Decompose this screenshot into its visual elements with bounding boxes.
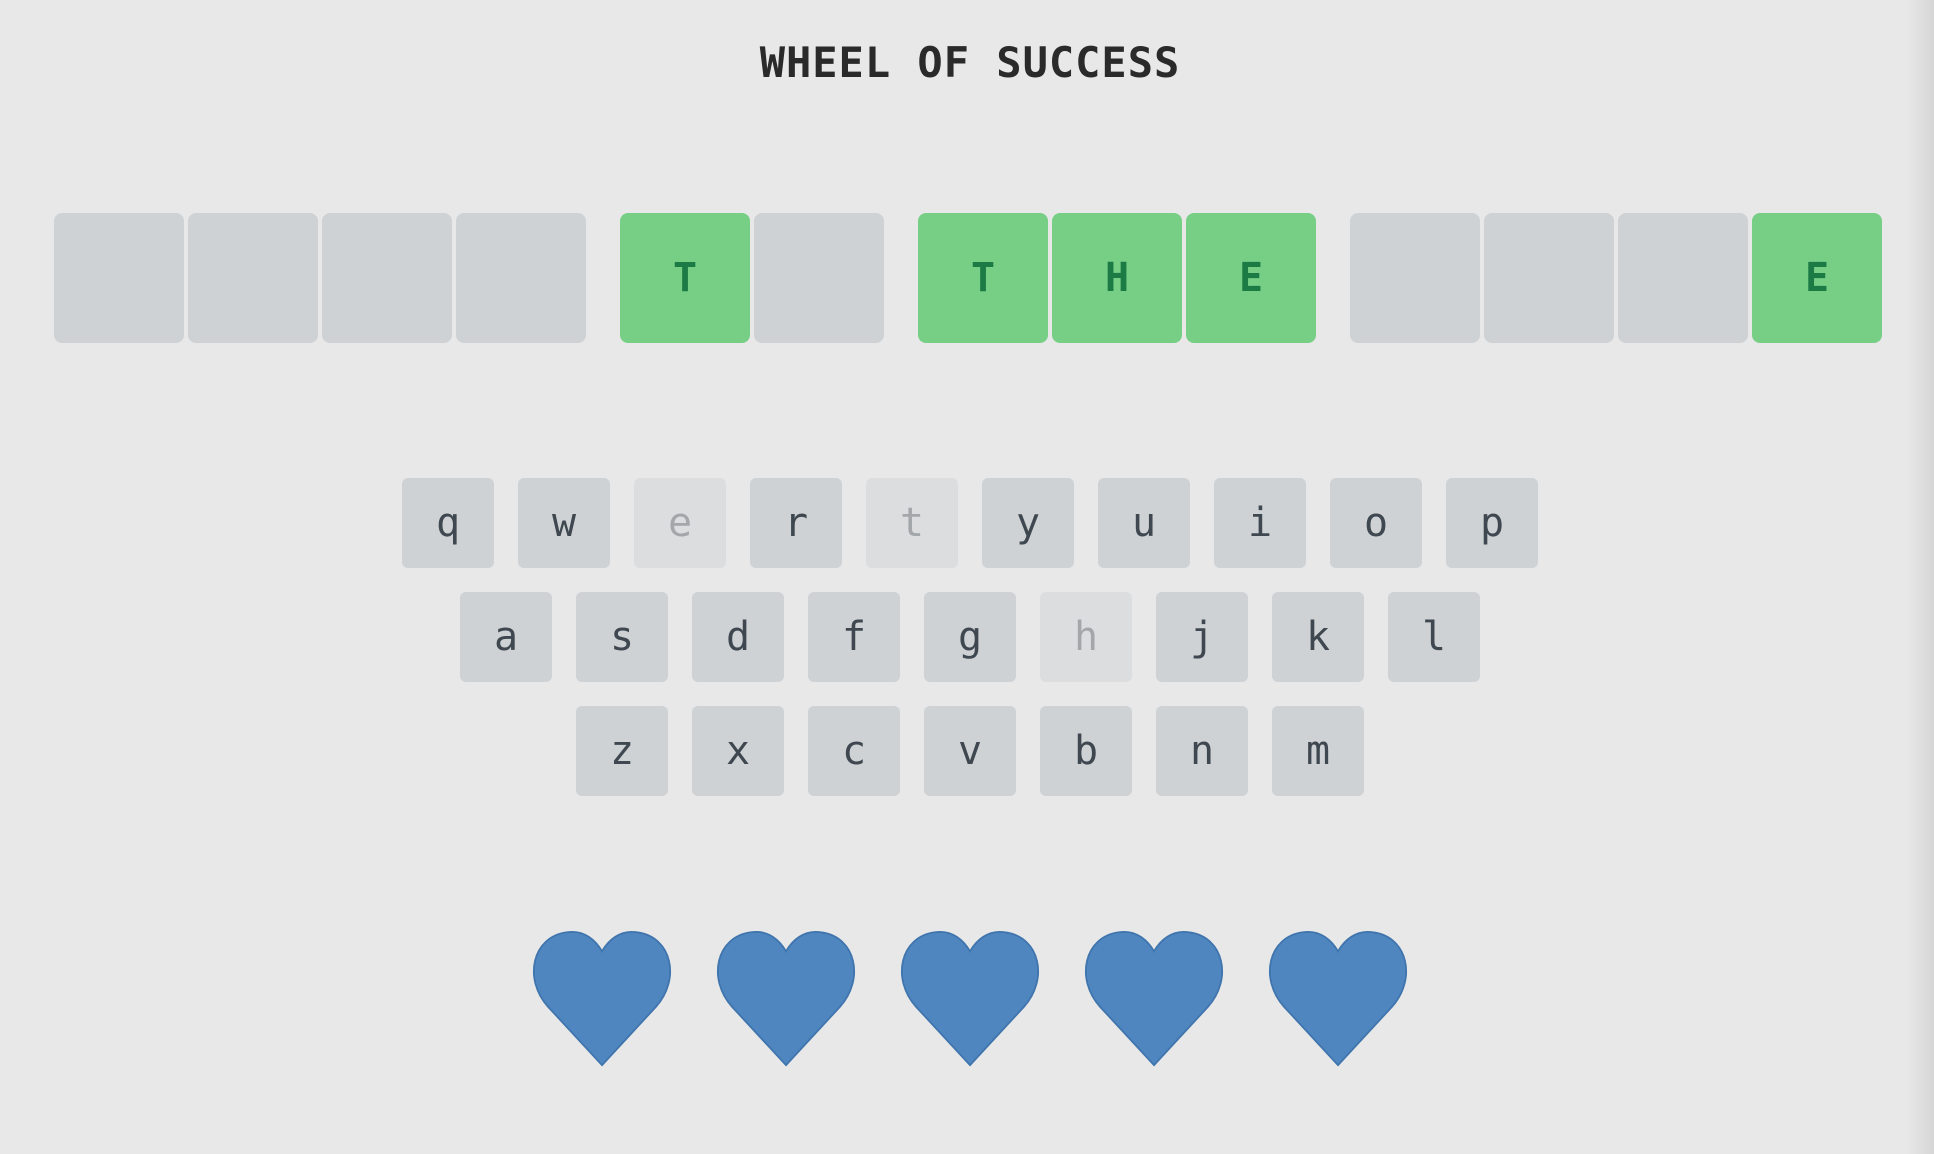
key-z[interactable]: z bbox=[576, 706, 668, 796]
puzzle-word bbox=[54, 213, 586, 343]
key-e: e bbox=[634, 478, 726, 568]
key-y[interactable]: y bbox=[982, 478, 1074, 568]
heart-icon bbox=[713, 925, 859, 1071]
puzzle-word: T bbox=[620, 213, 884, 343]
key-c[interactable]: c bbox=[808, 706, 900, 796]
keyboard-row: zxcvbnm bbox=[576, 706, 1364, 796]
puzzle-tile-hidden bbox=[1350, 213, 1480, 343]
key-b[interactable]: b bbox=[1040, 706, 1132, 796]
puzzle-tile-hidden bbox=[1484, 213, 1614, 343]
keyboard-row: asdfghjkl bbox=[460, 592, 1480, 682]
key-n[interactable]: n bbox=[1156, 706, 1248, 796]
puzzle-tile-hidden bbox=[322, 213, 452, 343]
heart-icon bbox=[897, 925, 1043, 1071]
key-j[interactable]: j bbox=[1156, 592, 1248, 682]
puzzle-word: THE bbox=[918, 213, 1316, 343]
key-t: t bbox=[866, 478, 958, 568]
puzzle-word: E bbox=[1350, 213, 1882, 343]
puzzle-tile-hidden bbox=[1618, 213, 1748, 343]
lives-bar bbox=[0, 925, 1934, 1071]
key-k[interactable]: k bbox=[1272, 592, 1364, 682]
key-q[interactable]: q bbox=[402, 478, 494, 568]
key-m[interactable]: m bbox=[1272, 706, 1364, 796]
key-f[interactable]: f bbox=[808, 592, 900, 682]
key-p[interactable]: p bbox=[1446, 478, 1538, 568]
key-i[interactable]: i bbox=[1214, 478, 1306, 568]
key-d[interactable]: d bbox=[692, 592, 784, 682]
key-x[interactable]: x bbox=[692, 706, 784, 796]
puzzle-tile-revealed: T bbox=[918, 213, 1048, 343]
key-h: h bbox=[1040, 592, 1132, 682]
puzzle-tile-hidden bbox=[54, 213, 184, 343]
keyboard-row: qwertyuiop bbox=[402, 478, 1538, 568]
heart-icon bbox=[1081, 925, 1227, 1071]
letter-keyboard: qwertyuiop asdfghjkl zxcvbnm bbox=[0, 478, 1934, 796]
key-v[interactable]: v bbox=[924, 706, 1016, 796]
key-r[interactable]: r bbox=[750, 478, 842, 568]
page-title: WHEEL OF SUCCESS bbox=[759, 38, 1181, 87]
heart-icon bbox=[529, 925, 675, 1071]
heart-icon bbox=[1265, 925, 1411, 1071]
key-s[interactable]: s bbox=[576, 592, 668, 682]
puzzle-tile-revealed: E bbox=[1752, 213, 1882, 343]
puzzle-board: TTHEE bbox=[54, 213, 1882, 343]
key-g[interactable]: g bbox=[924, 592, 1016, 682]
puzzle-tile-revealed: T bbox=[620, 213, 750, 343]
key-l[interactable]: l bbox=[1388, 592, 1480, 682]
key-w[interactable]: w bbox=[518, 478, 610, 568]
key-a[interactable]: a bbox=[460, 592, 552, 682]
key-o[interactable]: o bbox=[1330, 478, 1422, 568]
puzzle-tile-hidden bbox=[456, 213, 586, 343]
key-u[interactable]: u bbox=[1098, 478, 1190, 568]
puzzle-tile-revealed: E bbox=[1186, 213, 1316, 343]
puzzle-tile-hidden bbox=[754, 213, 884, 343]
puzzle-tile-hidden bbox=[188, 213, 318, 343]
puzzle-tile-revealed: H bbox=[1052, 213, 1182, 343]
